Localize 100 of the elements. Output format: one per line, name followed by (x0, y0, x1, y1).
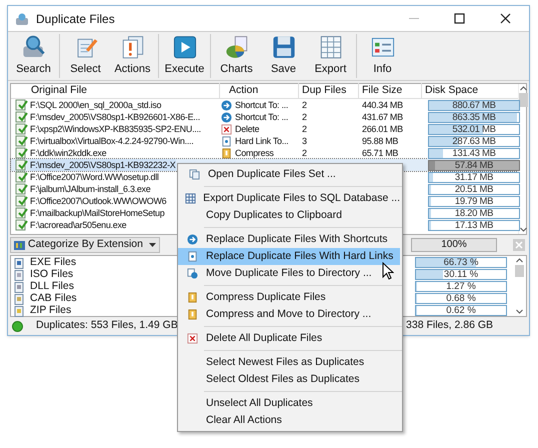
archive-icon (221, 148, 232, 158)
menu-item[interactable]: Select Oldest Files as Duplicates (178, 371, 400, 388)
checked-file-icon[interactable] (15, 171, 28, 183)
scroll-thumb[interactable] (519, 93, 528, 107)
scrollbar[interactable] (518, 84, 528, 234)
menu-item[interactable]: Select Newest Files as Duplicates (178, 354, 400, 371)
checked-file-icon[interactable] (15, 195, 28, 207)
table-cell[interactable]: F:\acroread\ar505enu.exe (30, 219, 126, 231)
checked-file-icon[interactable] (15, 207, 28, 219)
menu-item[interactable]: Move Duplicate Files to Directory ... (178, 265, 400, 282)
bar-reading: 20.51 MB (454, 184, 494, 194)
file-icon (14, 258, 24, 268)
file-icon (14, 270, 24, 280)
table-cell: Shortcut To: ... (235, 111, 288, 123)
toolbar-button[interactable]: Charts (213, 34, 260, 78)
dropdown-caret-icon (149, 243, 156, 247)
archive-icon (186, 309, 198, 320)
column-header[interactable]: Original File (30, 83, 220, 99)
toolbar-button[interactable]: Actions (109, 34, 156, 78)
checked-file-icon[interactable] (15, 147, 28, 159)
bar-reading: 880.67 MB (451, 100, 497, 110)
checked-file-icon[interactable] (15, 99, 28, 111)
move-files-icon (186, 268, 198, 279)
menu-item[interactable]: Unselect All Duplicates (178, 395, 400, 412)
link-file-icon (221, 136, 232, 146)
checked-file-icon[interactable] (15, 135, 28, 147)
arrow-circle-icon (221, 100, 232, 110)
table-cell: 431.67 MB (362, 112, 403, 122)
file-icon (14, 306, 24, 316)
checked-file-icon[interactable] (15, 111, 28, 123)
table-cell[interactable]: F:\SQL 2000\en_sql_2000a_std.iso (30, 99, 162, 111)
table-grid-icon (185, 193, 196, 204)
toolbar-button[interactable]: Save (260, 34, 307, 78)
table-cell: 266.01 MB (362, 124, 403, 134)
category-icon (14, 240, 25, 250)
table-cell: 440.34 MB (362, 100, 403, 110)
bar-reading: 131.43 MB (451, 148, 497, 158)
table-cell[interactable]: F:\Office2007\Outlook.WW\OWOW6 (30, 195, 166, 207)
file-icon (14, 294, 24, 304)
category-name[interactable]: ZIP Files (30, 303, 72, 319)
table-cell[interactable]: F:\jalbum\JAlbum-install_6.3.exe (30, 183, 150, 195)
scroll-up-icon[interactable] (519, 84, 528, 93)
menu-item[interactable]: Replace Duplicate Files With Shortcuts (178, 231, 400, 248)
progress-reading: 100% (440, 239, 468, 251)
table-cell[interactable]: F:\Office2007\Word.WW\osetup.dll (30, 171, 159, 183)
menu-item[interactable]: Export Duplicate Files to SQL Database ... (178, 190, 400, 207)
table-cell[interactable]: F:\ddk\win2kddk.exe (30, 147, 106, 159)
link-file-icon (186, 251, 198, 262)
checked-file-icon[interactable] (15, 183, 28, 195)
scroll-down-icon[interactable] (519, 225, 528, 234)
table-cell: 2 (302, 124, 307, 134)
table-cell: 2 (302, 100, 307, 110)
column-header[interactable]: Dup Files (299, 83, 359, 99)
toolbar-button[interactable]: Info (359, 34, 406, 78)
toolbar-button[interactable]: Execute (161, 34, 208, 78)
menu-item[interactable]: Compress Duplicate Files (178, 289, 400, 306)
column-header[interactable]: File Size (359, 83, 422, 99)
column-header[interactable]: Action (220, 83, 299, 99)
status-dot-icon (12, 320, 23, 332)
scroll-down-icon[interactable] (515, 307, 524, 316)
file-icon (14, 282, 24, 292)
table-cell[interactable]: F:\xpsp2\WindowsXP-KB835935-SP2-ENU.... (30, 123, 201, 135)
table-cell[interactable]: F:\mailbackup\MailStoreHomeSetup (30, 207, 164, 219)
toolbar-button[interactable]: Search (10, 34, 57, 78)
menu-item[interactable]: Replace Duplicate Files With Hard Links (178, 248, 400, 265)
table-cell[interactable]: F:\virtualbox\VirtualBox-4.2.24-92790-Win.... (30, 135, 194, 147)
checked-file-icon[interactable] (15, 123, 28, 135)
checked-file-icon[interactable] (15, 219, 28, 231)
window-title: Duplicate Files (36, 10, 115, 28)
toolbar-button[interactable]: Select (62, 34, 109, 78)
checked-file-icon[interactable] (15, 159, 28, 171)
bar-reading: 31.17 MB (454, 172, 494, 182)
menu-item[interactable]: Compress and Move to Directory ... (178, 306, 400, 323)
table-cell: 95.88 MB (362, 136, 398, 146)
column-header[interactable]: Disk Space (422, 83, 512, 99)
scroll-up-icon[interactable] (515, 256, 524, 265)
bar-reading: 17.13 MB (454, 220, 494, 230)
mouse-cursor-icon (382, 262, 394, 280)
table-cell: 65.71 MB (362, 148, 398, 158)
status-text: Duplicates: 553 Files, 1.49 GB (36, 318, 178, 334)
toolbar-button[interactable]: Export (307, 34, 354, 78)
menu-item[interactable]: Open Duplicate Files Set ... (180, 166, 400, 183)
delete-icon (186, 333, 198, 344)
menu-item[interactable]: Copy Duplicates to Clipboard (178, 207, 400, 224)
bar-reading: 532.01 MB (451, 124, 497, 134)
archive-icon (186, 292, 198, 303)
bar-reading: 19.79 MB (454, 196, 494, 206)
category-select[interactable]: Categorize By Extension (10, 237, 160, 253)
scroll-thumb[interactable] (515, 265, 524, 277)
table-cell: 2 (302, 112, 307, 122)
bar-reading: 30.11 % (442, 270, 480, 280)
arrow-circle-icon (221, 112, 232, 122)
table-cell[interactable]: F:\msdev_2005\VS80sp1-KB926601-X86-E... (30, 111, 200, 123)
menu-item[interactable]: Delete All Duplicate Files (178, 330, 400, 347)
table-cell: Hard Link To... (235, 135, 288, 147)
table-cell[interactable]: F:\msdev_2005\VS80sp1-KB932232-X (30, 159, 176, 171)
copy-files-icon (188, 169, 200, 180)
bar-reading: 0.62 % (445, 306, 477, 315)
table-cell: Shortcut To: ... (235, 99, 288, 111)
menu-item[interactable]: Clear All Actions (178, 412, 400, 429)
